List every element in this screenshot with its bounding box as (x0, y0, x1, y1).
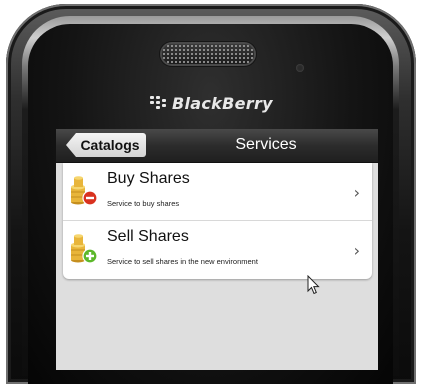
chevron-right-icon: › (353, 241, 360, 260)
page-title: Services (235, 136, 297, 153)
list-item-sell-shares[interactable]: Sell Shares Service to sell shares in th… (63, 221, 372, 279)
app-screen: Catalogs Services Buy Shares Service to … (56, 129, 378, 370)
service-description: Service to sell shares in the new enviro… (107, 257, 258, 266)
brand-name: BlackBerry (172, 93, 273, 113)
back-button[interactable]: Catalogs (66, 133, 146, 157)
service-title: Buy Shares (107, 170, 190, 187)
service-description: Service to buy shares (107, 199, 180, 208)
service-title: Sell Shares (107, 228, 189, 245)
coins-remove-icon (71, 176, 98, 206)
brand-logo: BlackBerry (150, 92, 273, 114)
proximity-sensor (296, 64, 304, 72)
blackberry-logo-icon (150, 96, 168, 110)
coins-add-icon (71, 234, 98, 264)
chevron-right-icon: › (353, 183, 360, 202)
mouse-pointer-icon (307, 275, 320, 295)
title-bar: Catalogs Services (56, 129, 378, 163)
earpiece-speaker (162, 44, 254, 64)
list-item-buy-shares[interactable]: Buy Shares Service to buy shares › (63, 163, 372, 221)
services-list: Buy Shares Service to buy shares › Sell … (63, 163, 372, 279)
